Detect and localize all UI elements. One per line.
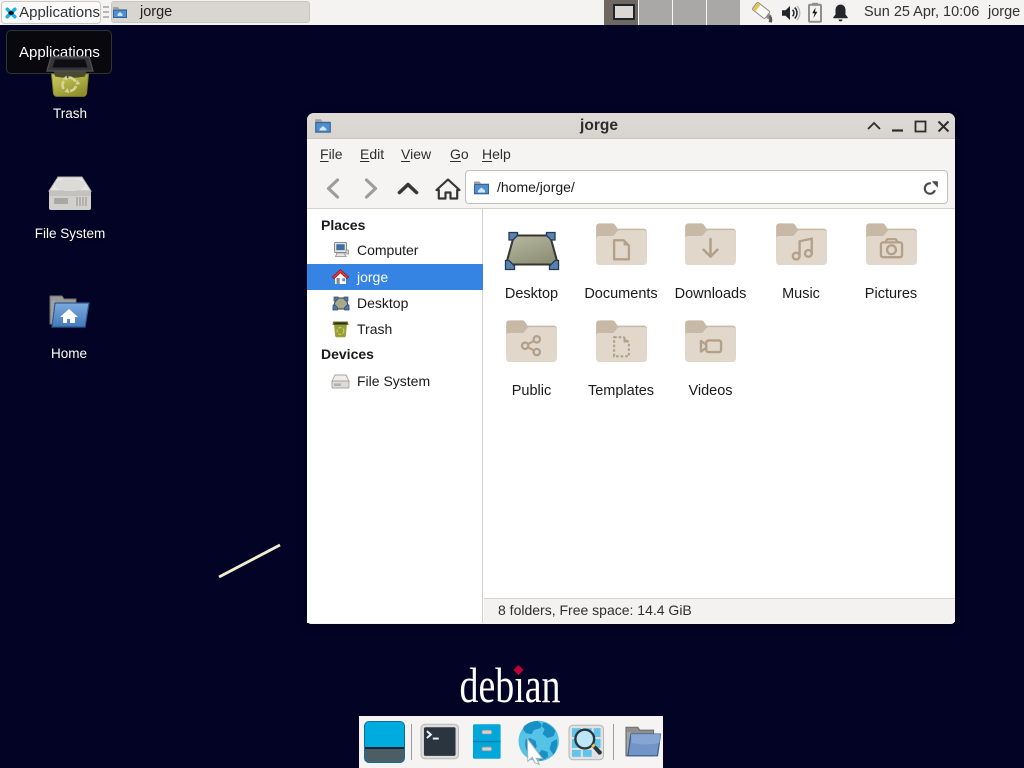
svg-text:debıan: debıan — [460, 657, 561, 713]
